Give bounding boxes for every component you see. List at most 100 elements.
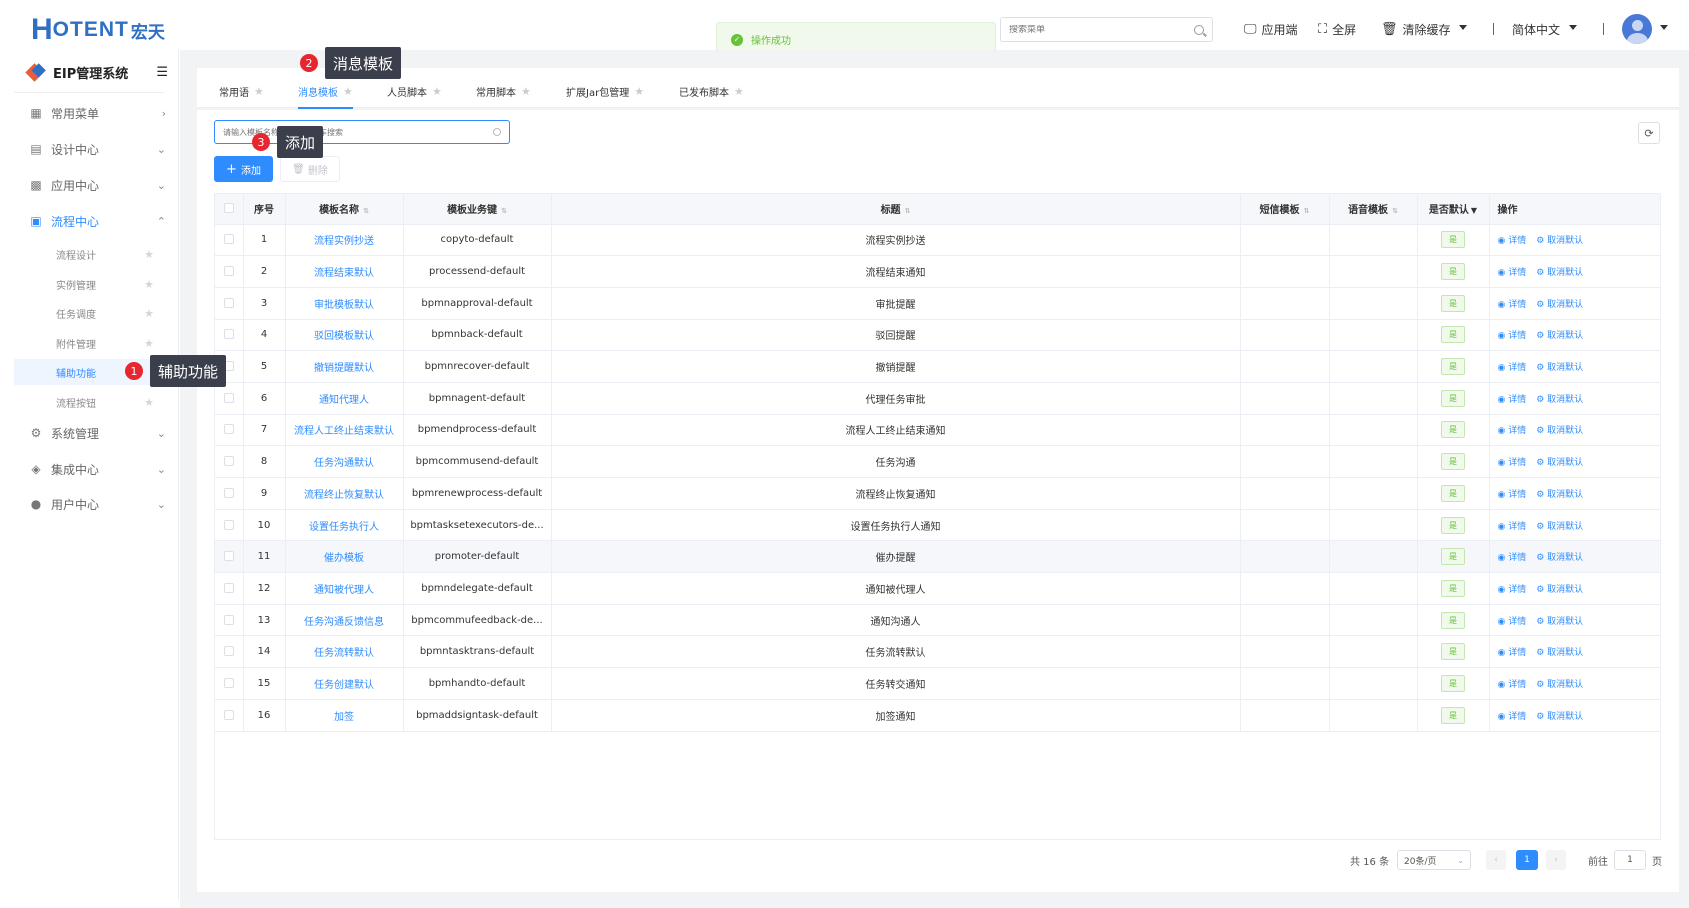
col-subject[interactable]: 标题 ⇅ xyxy=(551,194,1241,225)
cell-name[interactable]: 加签 xyxy=(285,699,404,732)
template-name-link[interactable]: 流程结束默认 xyxy=(314,268,374,279)
cancel-default-button[interactable]: ⚙ 取消默认 xyxy=(1536,522,1583,532)
cancel-default-button[interactable]: ⚙ 取消默认 xyxy=(1536,268,1583,278)
star-icon[interactable]: ★ xyxy=(254,85,264,98)
detail-button[interactable]: ◉ 详情 xyxy=(1498,458,1527,468)
table-row[interactable]: 12 通知被代理人 bpmndelegate-default 通知被代理人是 ◉ 详情 ⚙… xyxy=(215,572,1660,605)
menu-search-input[interactable] xyxy=(1009,24,1194,35)
cell-name[interactable]: 任务沟通默认 xyxy=(285,445,404,478)
cancel-default-button[interactable]: ⚙ 取消默认 xyxy=(1536,236,1583,246)
table-row[interactable]: 2 流程结束默认 processend-default 流程结束通知 是 ◉ 详情 ⚙ 取消… xyxy=(215,255,1660,288)
avatar[interactable] xyxy=(1622,14,1652,44)
delete-button[interactable]: 🗑 删除 xyxy=(280,156,340,182)
search-icon[interactable] xyxy=(1194,24,1204,35)
sidebar-item-app-center[interactable]: ▩ 应用中心 ⌄ xyxy=(29,173,166,197)
cell-name[interactable]: 撤销提醒默认 xyxy=(285,350,404,383)
row-select[interactable] xyxy=(215,509,244,542)
language-select[interactable]: 简体中文 xyxy=(1512,20,1560,38)
cell-name[interactable]: 流程实例抄送 xyxy=(285,224,404,257)
cell-name[interactable]: 催办模板 xyxy=(285,540,404,574)
template-name-link[interactable]: 催办模板 xyxy=(324,553,364,564)
cancel-default-button[interactable]: ⚙ 取消默认 xyxy=(1536,331,1583,341)
star-icon[interactable]: ★ xyxy=(144,396,154,409)
tab-message-templates[interactable]: 消息模板 ★ xyxy=(298,84,353,109)
checkbox[interactable] xyxy=(223,677,234,688)
col-sms[interactable]: 短信模板 ⇅ xyxy=(1240,194,1330,225)
template-name-link[interactable]: 任务沟通反馈信息 xyxy=(304,617,384,628)
checkbox[interactable] xyxy=(223,234,234,245)
detail-button[interactable]: ◉ 详情 xyxy=(1498,363,1527,373)
sort-icon[interactable]: ⇅ xyxy=(905,207,911,215)
checkbox[interactable] xyxy=(223,329,234,340)
col-key[interactable]: 模板业务键 ⇅ xyxy=(403,194,552,225)
checkbox[interactable] xyxy=(223,392,234,403)
checkbox[interactable] xyxy=(223,551,234,562)
page-1[interactable]: 1 xyxy=(1516,850,1538,870)
prev-page-button[interactable]: ‹ xyxy=(1486,850,1506,870)
tab-jar-mgmt[interactable]: 扩展Jar包管理 ★ xyxy=(566,84,644,99)
cell-name[interactable]: 通知被代理人 xyxy=(285,572,404,605)
detail-button[interactable]: ◉ 详情 xyxy=(1498,553,1527,563)
row-select[interactable] xyxy=(215,319,244,352)
avatar-caret-icon[interactable] xyxy=(1660,25,1668,30)
cancel-default-button[interactable]: ⚙ 取消默认 xyxy=(1536,648,1583,658)
template-name-link[interactable]: 设置任务执行人 xyxy=(309,522,379,533)
select-all[interactable] xyxy=(215,194,244,225)
table-row[interactable]: 10 设置任务执行人 bpmtasksetexecutors-de... 设置任务执行… xyxy=(215,509,1660,542)
table-row[interactable]: 9 流程终止恢复默认 bpmrenewprocess-default 流程终止恢复通知… xyxy=(215,477,1660,510)
table-row[interactable]: 8 任务沟通默认 bpmcommusend-default 任务沟通 是 ◉ 详情 ⚙ 取消… xyxy=(215,445,1660,478)
sort-icon[interactable]: ⇅ xyxy=(501,207,507,215)
row-select[interactable] xyxy=(215,699,244,732)
cell-name[interactable]: 任务创建默认 xyxy=(285,667,404,700)
checkbox[interactable] xyxy=(223,487,234,498)
cancel-default-button[interactable]: ⚙ 取消默认 xyxy=(1536,300,1583,310)
cell-name[interactable]: 审批模板默认 xyxy=(285,287,404,320)
row-select[interactable] xyxy=(215,667,244,700)
template-name-link[interactable]: 加签 xyxy=(334,712,354,723)
star-icon[interactable]: ★ xyxy=(144,337,154,350)
cell-name[interactable]: 设置任务执行人 xyxy=(285,509,404,542)
cancel-default-button[interactable]: ⚙ 取消默认 xyxy=(1536,553,1583,563)
col-default[interactable]: 是否默认 ▼ xyxy=(1417,194,1490,225)
template-name-link[interactable]: 任务沟通默认 xyxy=(314,458,374,469)
star-icon[interactable]: ★ xyxy=(734,85,744,98)
checkbox[interactable] xyxy=(223,646,234,657)
cancel-default-button[interactable]: ⚙ 取消默认 xyxy=(1536,363,1583,373)
row-select[interactable] xyxy=(215,477,244,510)
clear-cache-caret-icon[interactable] xyxy=(1459,25,1467,30)
template-name-link[interactable]: 流程终止恢复默认 xyxy=(304,490,384,501)
refresh-button[interactable]: ⟳ xyxy=(1638,122,1660,144)
tab-common-phrases[interactable]: 常用语 ★ xyxy=(219,84,264,99)
star-icon[interactable]: ★ xyxy=(432,85,442,98)
cancel-default-button[interactable]: ⚙ 取消默认 xyxy=(1536,617,1583,627)
row-select[interactable] xyxy=(215,604,244,637)
table-row[interactable]: 7 流程人工终止结束默认 bpmendprocess-default 流程人工终止结束… xyxy=(215,414,1660,447)
sidebar-subitem-process-buttons[interactable]: 流程按钮 ★ xyxy=(14,389,168,415)
table-row[interactable]: 4 驳回模板默认 bpmnback-default 驳回提醒 是 ◉ 详情 ⚙ 取消默认 xyxy=(215,319,1660,352)
detail-button[interactable]: ◉ 详情 xyxy=(1498,300,1527,310)
page-size-select[interactable]: 20条/页 ⌄ xyxy=(1397,850,1471,870)
template-name-link[interactable]: 驳回模板默认 xyxy=(314,331,374,342)
checkbox[interactable] xyxy=(223,266,234,277)
row-select[interactable] xyxy=(215,255,244,288)
detail-button[interactable]: ◉ 详情 xyxy=(1498,680,1527,690)
language-caret-icon[interactable] xyxy=(1569,25,1577,30)
sort-icon[interactable]: ⇅ xyxy=(1392,207,1398,215)
table-row[interactable]: 14 任务流转默认 bpmntasktrans-default 任务流转默认是 ◉ 详情… xyxy=(215,635,1660,669)
cell-name[interactable]: 流程结束默认 xyxy=(285,255,404,288)
row-select[interactable] xyxy=(215,445,244,478)
checkbox[interactable] xyxy=(223,582,234,593)
tab-person-scripts[interactable]: 人员脚本 ★ xyxy=(387,84,442,99)
template-name-link[interactable]: 通知代理人 xyxy=(319,395,369,406)
cell-name[interactable]: 任务流转默认 xyxy=(285,635,404,669)
star-icon[interactable]: ★ xyxy=(144,307,154,320)
tab-common-scripts[interactable]: 常用脚本 ★ xyxy=(476,84,531,99)
sidebar-item-integration-center[interactable]: ◈ 集成中心 ⌄ xyxy=(29,457,166,481)
sidebar-item-user-center[interactable]: ● 用户中心 ⌄ xyxy=(29,492,166,516)
checkbox[interactable] xyxy=(223,519,234,530)
table-row[interactable]: 1 流程实例抄送 copyto-default 流程实例抄送是 ◉ 详情 ⚙ 取消默认 xyxy=(215,224,1660,257)
checkbox[interactable] xyxy=(223,614,234,625)
table-row[interactable]: 16 加签 bpmaddsigntask-default 加签通知 是 ◉ 详情 ⚙ 取消默… xyxy=(215,699,1660,732)
template-name-link[interactable]: 任务创建默认 xyxy=(314,680,374,691)
template-name-link[interactable]: 流程实例抄送 xyxy=(314,236,374,247)
